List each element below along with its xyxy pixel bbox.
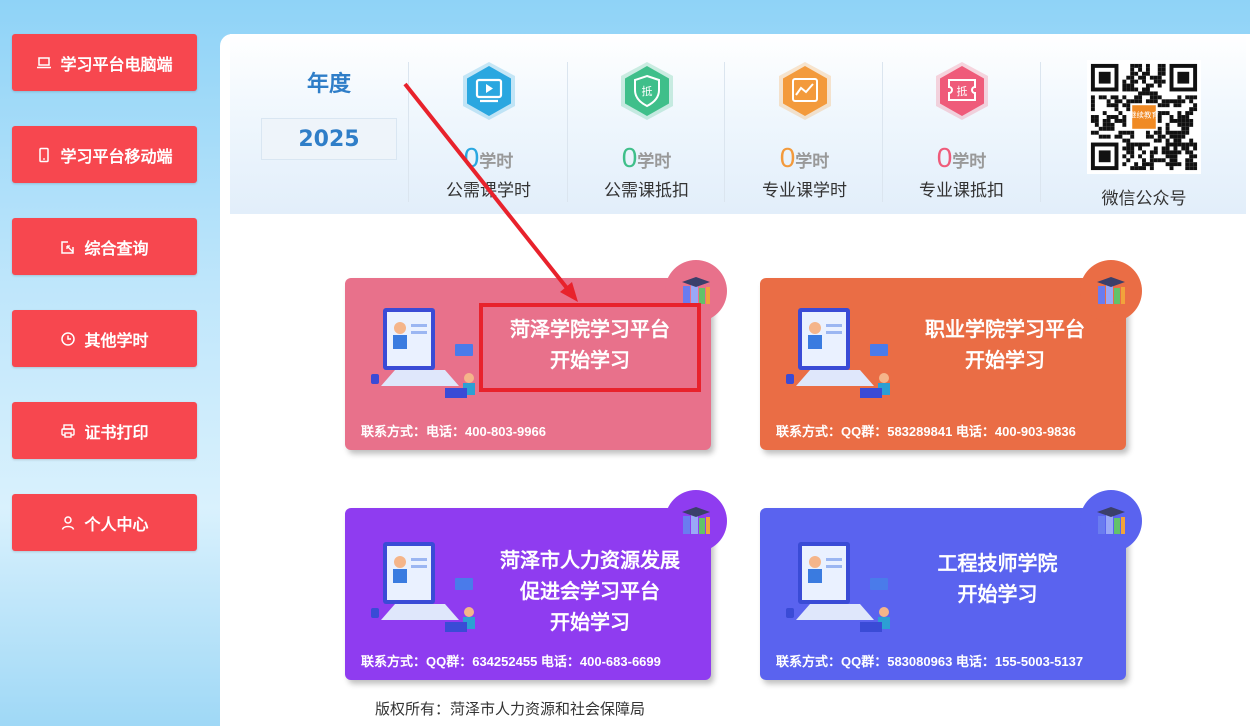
laptop-icon — [36, 55, 52, 71]
svg-text:抵: 抵 — [956, 84, 967, 98]
stat-professional-hours: 0 学时 专业课学时 — [726, 60, 883, 201]
platform-card-vocational-college[interactable]: 职业学院学习平台 开始学习 联系方式：QQ群：583289841 电话：400-… — [760, 260, 1142, 450]
sidebar-item-mobile-platform[interactable]: 学习平台移动端 — [12, 126, 197, 183]
stat-value: 0 — [936, 142, 953, 173]
stats-panel: 年度 2025 0 学时 公需课学时 抵 0 学时 公需课抵扣 0 学时 专业课… — [230, 34, 1246, 214]
stat-unit: 学时 — [952, 152, 987, 172]
phone-icon — [36, 147, 52, 163]
year-selector: 年度 2025 — [260, 66, 398, 160]
sidebar-item-certificate-print[interactable]: 证书打印 — [12, 402, 197, 459]
books-icon — [1080, 490, 1142, 552]
qr-code: 继续教育 — [1087, 60, 1201, 174]
platform-card-hr-association[interactable]: 菏泽市人力资源发展 促进会学习平台 开始学习 联系方式：QQ群：63425245… — [345, 490, 727, 680]
stat-label: 公需课抵扣 — [604, 181, 689, 201]
card-title: 菏泽学院学习平台 开始学习 — [510, 317, 670, 372]
stat-public-deduct: 抵 0 学时 公需课抵扣 — [568, 60, 725, 201]
stat-label: 专业课学时 — [762, 181, 847, 201]
monitor-play-icon — [462, 62, 515, 120]
divider — [408, 62, 409, 202]
card-title: 职业学院学习平台 开始学习 — [925, 317, 1085, 372]
ticket-deduct-icon: 抵 — [935, 62, 988, 120]
books-icon — [1080, 260, 1142, 322]
sidebar-item-label: 综合查询 — [84, 238, 149, 258]
sidebar-item-label: 个人中心 — [84, 514, 149, 534]
books-icon — [665, 490, 727, 552]
stat-value: 0 — [463, 142, 480, 173]
sidebar-item-other-hours[interactable]: 其他学时 — [12, 310, 197, 367]
wechat-qr: 继续教育 微信公众号 — [1066, 60, 1222, 209]
shield-deduct-icon: 抵 — [620, 62, 673, 120]
footer-copyright: 版权所有：菏泽市人力资源和社会保障局 — [374, 700, 645, 718]
main-panel: 年度 2025 0 学时 公需课学时 抵 0 学时 公需课抵扣 0 学时 专业课… — [220, 34, 1250, 726]
card-title: 菏泽市人力资源发展 促进会学习平台 开始学习 — [500, 548, 680, 634]
divider — [724, 62, 725, 202]
year-value[interactable]: 2025 — [261, 118, 397, 160]
stat-unit: 学时 — [795, 152, 830, 172]
sidebar-item-query[interactable]: 综合查询 — [12, 218, 197, 275]
sidebar-item-label: 学习平台电脑端 — [60, 54, 173, 74]
user-icon — [60, 515, 76, 531]
stat-unit: 学时 — [479, 152, 514, 172]
printer-icon — [60, 423, 76, 439]
qr-logo-text: 继续教育 — [1129, 109, 1159, 119]
clock-icon — [60, 331, 76, 347]
chart-icon — [778, 62, 831, 120]
stat-label: 公需课学时 — [446, 181, 531, 201]
card-contact: 联系方式：QQ群：583289841 电话：400-903-9836 — [776, 424, 1076, 439]
sidebar-item-label: 证书打印 — [84, 422, 149, 442]
stat-value: 0 — [621, 142, 638, 173]
platform-card-technician-college[interactable]: 工程技师学院 开始学习 联系方式：QQ群：583080963 电话：155-50… — [760, 490, 1142, 680]
stat-value: 0 — [779, 142, 796, 173]
card-title: 工程技师学院 开始学习 — [937, 551, 1058, 606]
card-contact: 联系方式：QQ群：634252455 电话：400-683-6699 — [361, 654, 661, 669]
sidebar-item-label: 其他学时 — [84, 330, 149, 350]
sidebar-item-personal-center[interactable]: 个人中心 — [12, 494, 197, 551]
card-contact: 联系方式：QQ群：583080963 电话：155-5003-5137 — [776, 654, 1084, 669]
card-contact: 联系方式：电话：400-803-9966 — [361, 424, 546, 439]
svg-text:抵: 抵 — [641, 84, 652, 98]
stat-label: 专业课抵扣 — [919, 181, 1004, 201]
sidebar-item-pc-platform[interactable]: 学习平台电脑端 — [12, 34, 197, 91]
year-title: 年度 — [306, 72, 351, 97]
query-icon — [60, 239, 76, 255]
books-icon — [665, 260, 727, 322]
qr-label: 微信公众号 — [1101, 189, 1187, 209]
stat-unit: 学时 — [637, 152, 672, 172]
stat-public-hours: 0 学时 公需课学时 — [410, 60, 567, 201]
sidebar-item-label: 学习平台移动端 — [60, 146, 173, 166]
platform-card-heze-college[interactable]: 菏泽学院学习平台 开始学习 联系方式：电话：400-803-9966 — [345, 260, 727, 450]
divider — [1040, 62, 1041, 202]
stat-professional-deduct: 抵 0 学时 专业课抵扣 — [883, 60, 1040, 201]
online-study-illustration — [786, 308, 890, 398]
online-study-illustration — [371, 308, 475, 398]
